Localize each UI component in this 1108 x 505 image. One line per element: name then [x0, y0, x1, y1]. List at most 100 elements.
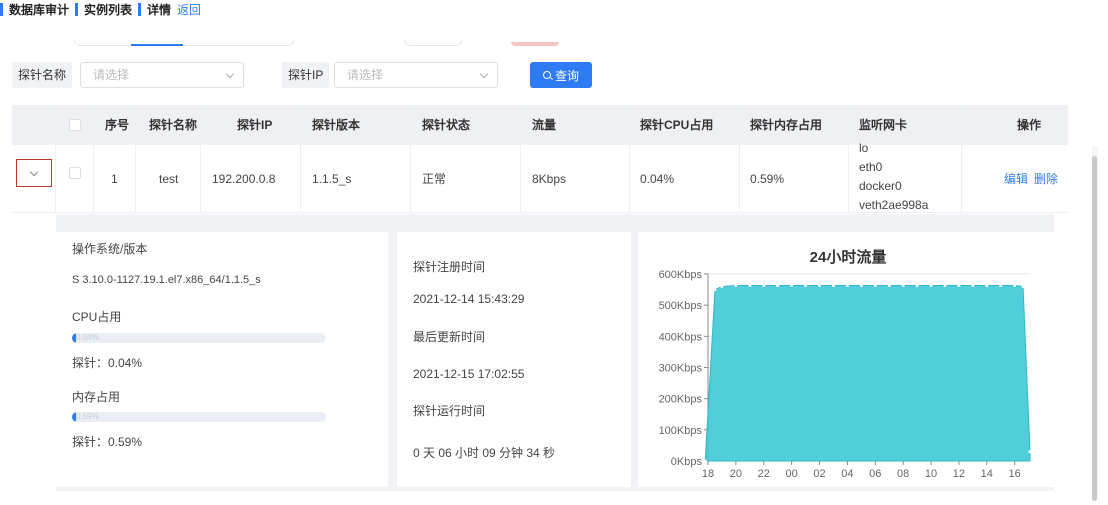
delete-link[interactable]: 删除	[1034, 145, 1058, 213]
update-label: 最后更新时间	[413, 330, 486, 344]
data-point	[790, 284, 794, 288]
mem-label: 内存占用	[72, 390, 121, 404]
data-point	[748, 284, 752, 288]
cpu-value: 探针：0.04%	[72, 356, 143, 370]
data-point	[971, 284, 975, 288]
search-icon	[542, 71, 551, 79]
breadcrumb-marker	[138, 2, 142, 16]
data-point	[1028, 450, 1032, 454]
y-tick-label: 200Kbps	[659, 394, 703, 406]
data-point	[818, 284, 822, 288]
data-point	[915, 284, 919, 288]
hidden-danger-button[interactable]	[511, 42, 559, 46]
data-point	[734, 284, 738, 288]
os-value: S 3.10.0-1127.19.1.el7.x86_64/1.1.5_s	[72, 274, 261, 286]
breadcrumb: 数据库审计 实例列表 详情 返回	[0, 0, 201, 18]
header-ip: 探针IP	[237, 118, 273, 132]
chart-title: 24小时流量	[810, 248, 887, 266]
register-value: 2021-12-14 15:43:29	[413, 292, 525, 306]
x-tick-label: 16	[1009, 468, 1021, 480]
header-cpu: 探针CPU占用	[640, 118, 714, 132]
x-tick-label: 12	[953, 468, 965, 480]
cell-name: test	[159, 172, 179, 186]
data-point	[999, 284, 1003, 288]
breadcrumb-item-detail: 详情	[147, 2, 172, 17]
data-point	[804, 284, 808, 288]
data-point	[845, 284, 849, 288]
y-tick-label: 0Kbps	[671, 456, 703, 468]
data-point	[776, 284, 780, 288]
nic-item: lo	[859, 141, 869, 155]
y-tick-label: 100Kbps	[659, 425, 703, 437]
data-point	[720, 284, 724, 288]
header-traffic: 流量	[532, 118, 557, 132]
probe-ip-select[interactable]: 请选择	[334, 62, 498, 88]
data-point	[901, 284, 905, 288]
data-point	[929, 284, 933, 288]
header-name: 探针名称	[149, 118, 198, 132]
back-link[interactable]: 返回	[177, 1, 201, 18]
y-tick-label: 600Kbps	[659, 269, 703, 281]
cell-mem: 0.59%	[750, 172, 785, 186]
probe-ip-placeholder: 请选择	[347, 68, 384, 82]
row-checkbox[interactable]	[69, 167, 81, 179]
nic-item: docker0	[859, 179, 902, 193]
breadcrumb-marker	[75, 2, 79, 16]
chevron-down-icon	[225, 69, 235, 79]
resource-card: 操作系统/版本 S 3.10.0-1127.19.1.el7.x86_64/1.…	[56, 232, 388, 487]
mem-progress-text: 0.59%	[76, 412, 99, 421]
traffic-chart-card: 24小时流量 0Kbps 100Kbps 200Kbps 300Kbps 400Kbps…	[638, 232, 1054, 487]
x-tick-label: 20	[730, 468, 742, 480]
cell-index: 1	[111, 172, 118, 186]
update-value: 2021-12-15 17:02:55	[413, 367, 525, 381]
mem-value: 探针：0.59%	[72, 435, 143, 449]
scrollbar-thumb[interactable]	[1092, 156, 1097, 501]
data-point	[831, 284, 835, 288]
nic-item: veth2ae998a	[859, 198, 929, 212]
expand-row-button[interactable]	[16, 159, 52, 187]
header-status: 探针状态	[422, 118, 471, 132]
table-row[interactable]: 1 test 192.200.0.8 1.1.5_s 正常 8Kbps 0.04…	[12, 141, 1068, 213]
probe-ip-label: 探针IP	[282, 62, 330, 88]
cpu-progress-bar: 0.04%	[72, 333, 326, 343]
header-index: 序号	[105, 118, 130, 132]
cell-traffic: 8Kbps	[532, 172, 567, 186]
row-detail: 操作系统/版本 S 3.10.0-1127.19.1.el7.x86_64/1.…	[12, 214, 1068, 505]
data-point	[1013, 284, 1017, 288]
chevron-down-icon	[479, 69, 489, 79]
x-tick-label: 02	[813, 468, 825, 480]
probe-name-placeholder: 请选择	[93, 68, 130, 82]
x-tick-label: 00	[786, 468, 798, 480]
cell-ip: 192.200.0.8	[212, 172, 276, 186]
data-point	[859, 284, 863, 288]
cell-nic: lo eth0 docker0 veth2ae998a	[859, 139, 969, 215]
x-tick-label: 10	[925, 468, 937, 480]
edit-link[interactable]: 编辑	[1004, 145, 1028, 213]
x-tick-label: 06	[869, 468, 881, 480]
query-button-label: 查询	[554, 68, 579, 83]
data-point	[703, 459, 707, 463]
mem-progress-bar: 0.59%	[72, 412, 326, 422]
cpu-progress-text: 0.04%	[76, 333, 99, 342]
x-tick-label: 04	[841, 468, 853, 480]
breadcrumb-item-instances[interactable]: 实例列表	[84, 1, 132, 18]
cell-version: 1.1.5_s	[312, 172, 352, 186]
tab-active-indicator	[131, 44, 183, 46]
tab-strip[interactable]	[74, 40, 294, 46]
header-version: 探针版本	[312, 118, 361, 132]
x-tick-label: 18	[702, 468, 714, 480]
probe-name-label: 探针名称	[12, 62, 73, 88]
y-tick-label: 400Kbps	[659, 331, 703, 343]
select-all-checkbox[interactable]	[69, 119, 81, 131]
x-tick-label: 08	[897, 468, 909, 480]
probe-name-select[interactable]: 请选择	[80, 62, 244, 88]
data-point	[713, 288, 717, 292]
register-label: 探针注册时间	[413, 260, 486, 274]
breadcrumb-item-audit[interactable]: 数据库审计	[9, 1, 69, 18]
cpu-label: CPU占用	[72, 310, 122, 324]
x-tick-label: 14	[981, 468, 993, 480]
query-button[interactable]: 查询	[530, 62, 592, 88]
x-tick-label: 22	[758, 468, 770, 480]
y-tick-label: 500Kbps	[659, 300, 703, 312]
hidden-button[interactable]	[404, 40, 462, 46]
